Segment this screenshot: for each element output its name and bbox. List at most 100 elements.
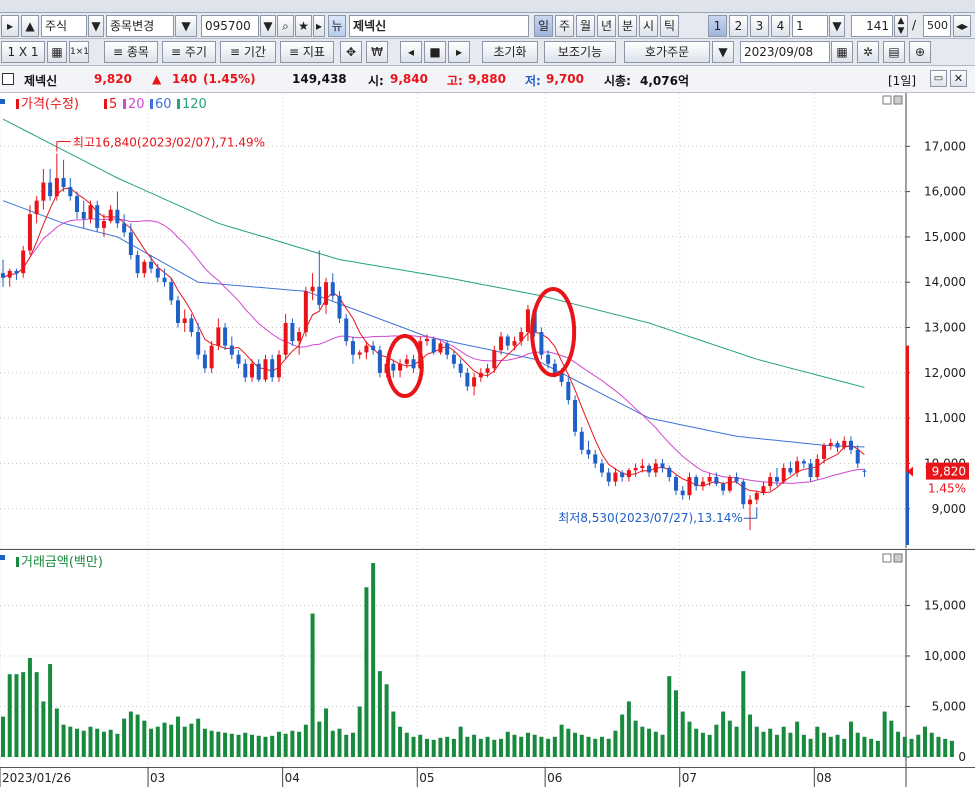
grid-icon[interactable]: ▦	[47, 41, 67, 63]
volume-bar	[88, 726, 93, 757]
change-stock-button[interactable]: 종목변경	[106, 15, 174, 37]
volume-bar	[236, 734, 241, 757]
volume-bar	[182, 726, 187, 757]
scroll-arrows-icon[interactable]: ◂▸	[953, 15, 971, 37]
news-icon[interactable]: 뉴	[328, 15, 346, 37]
num-button-2[interactable]: 2	[729, 15, 748, 37]
candle-body	[68, 187, 73, 197]
volume-bar	[667, 676, 672, 757]
volume-bar	[61, 724, 66, 757]
candle-body	[297, 332, 302, 342]
volume-bar	[34, 672, 39, 757]
stop-icon[interactable]: ■	[424, 41, 446, 63]
play-icon[interactable]: ▸	[448, 41, 470, 63]
num-button-3[interactable]: 3	[750, 15, 769, 37]
order-button[interactable]: 호가주문	[624, 41, 710, 63]
calendar-icon[interactable]: ▦	[831, 41, 853, 63]
magnifier-icon[interactable]: ⊕	[909, 41, 931, 63]
reset-button[interactable]: 초기화	[482, 41, 538, 63]
candle-body	[75, 196, 80, 212]
candle-body	[169, 282, 174, 301]
aux-function-button[interactable]: 보조기능	[544, 41, 616, 63]
period-hour-tab[interactable]: 시	[639, 15, 658, 37]
candle-body	[647, 465, 652, 473]
favorite-star-icon[interactable]: ★	[295, 15, 312, 37]
candle-body	[801, 461, 806, 464]
volume-bar	[216, 731, 221, 757]
candle-body	[707, 477, 712, 482]
volume-bar	[270, 735, 275, 757]
change-stock-dropdown-icon[interactable]: ▼	[175, 15, 197, 37]
info-up-arrow: ▲	[152, 72, 162, 86]
period-week-tab[interactable]: 주	[555, 15, 574, 37]
candle-body	[303, 291, 308, 333]
candle-body	[566, 381, 571, 401]
volume-bar	[694, 728, 699, 757]
period-tick-tab[interactable]: 틱	[660, 15, 679, 37]
interval-dropdown-icon[interactable]: ▼	[829, 15, 845, 37]
interval-input[interactable]: 1	[792, 15, 828, 37]
single-layout-icon[interactable]: 1×1	[69, 41, 89, 63]
candle-body	[700, 481, 705, 487]
count-input[interactable]: 141	[851, 15, 893, 37]
close-window-icon[interactable]: ✕	[950, 70, 967, 87]
date-input[interactable]: 2023/09/08	[740, 41, 830, 63]
select-checkbox[interactable]	[2, 73, 14, 85]
expand-icon[interactable]: ▸	[1, 15, 19, 37]
volume-bar	[297, 731, 302, 757]
volume-panel: 0 5,000 10,000 15,000 거래금액(백만)	[0, 549, 975, 768]
period-minute-tab[interactable]: 분	[618, 15, 637, 37]
volume-bar	[566, 728, 571, 757]
code-dropdown-icon[interactable]: ▼	[260, 15, 276, 37]
layout-button[interactable]: 1 X 1	[1, 41, 45, 63]
volume-bar	[283, 733, 288, 757]
count-stepper-icon[interactable]: ▲ ▼	[894, 15, 908, 37]
candle-body	[263, 359, 268, 380]
restore-window-icon[interactable]: ▭	[930, 70, 947, 87]
chevron-up-icon[interactable]: ▲	[21, 15, 39, 37]
volume-bar	[862, 736, 867, 757]
period-year-tab[interactable]: 년	[597, 15, 616, 37]
candle-body	[754, 492, 759, 500]
indicator-button[interactable]: ≡ 지표	[280, 41, 334, 63]
candle-body	[317, 286, 322, 305]
volume-bar	[674, 690, 678, 757]
candle-body	[761, 486, 766, 493]
prev-icon[interactable]: ◂	[400, 41, 422, 63]
num-button-1[interactable]: 1	[708, 15, 727, 37]
volume-bar	[256, 735, 261, 757]
period-month-tab[interactable]: 월	[576, 15, 595, 37]
volume-bar	[902, 736, 907, 757]
search-icon[interactable]: ⌕	[277, 15, 294, 37]
candle-body	[579, 431, 584, 450]
market-select[interactable]: 주식	[41, 15, 87, 37]
settings-gear-icon[interactable]: ✲	[857, 41, 879, 63]
volume-bar	[128, 711, 133, 757]
num-button-4[interactable]: 4	[771, 15, 790, 37]
time-tick-label: 2023/01/26	[2, 771, 71, 785]
stock-compare-button[interactable]: ≡ 종목	[104, 41, 158, 63]
volume-bar	[229, 733, 234, 757]
candle-body	[640, 465, 645, 468]
period-compare-button[interactable]: ≡ 기간	[220, 41, 276, 63]
won-icon[interactable]: ₩	[366, 41, 388, 63]
crosshair-icon[interactable]: ✥	[340, 41, 362, 63]
candle-body	[175, 300, 180, 323]
cycle-compare-button[interactable]: ≡ 주기	[162, 41, 216, 63]
candle-body	[155, 268, 160, 278]
period-day-tab[interactable]: 일	[534, 15, 553, 37]
chart-settings-icon[interactable]: ▤	[883, 41, 905, 63]
page-total-input[interactable]: 500	[923, 15, 951, 37]
candle-body	[54, 178, 59, 197]
order-dropdown-icon[interactable]: ▼	[712, 41, 734, 63]
market-dropdown-icon[interactable]: ▼	[88, 15, 104, 37]
volume-legend-marker	[16, 557, 19, 567]
candle-body	[1, 273, 5, 278]
stock-code-input[interactable]: 095700	[201, 15, 259, 37]
next-arrow-icon[interactable]: ▸	[313, 15, 325, 37]
candle-body	[270, 359, 275, 378]
price-legend-marker	[16, 99, 19, 109]
candle-body	[34, 200, 39, 215]
candle-body	[41, 182, 46, 201]
candle-body	[512, 341, 517, 346]
